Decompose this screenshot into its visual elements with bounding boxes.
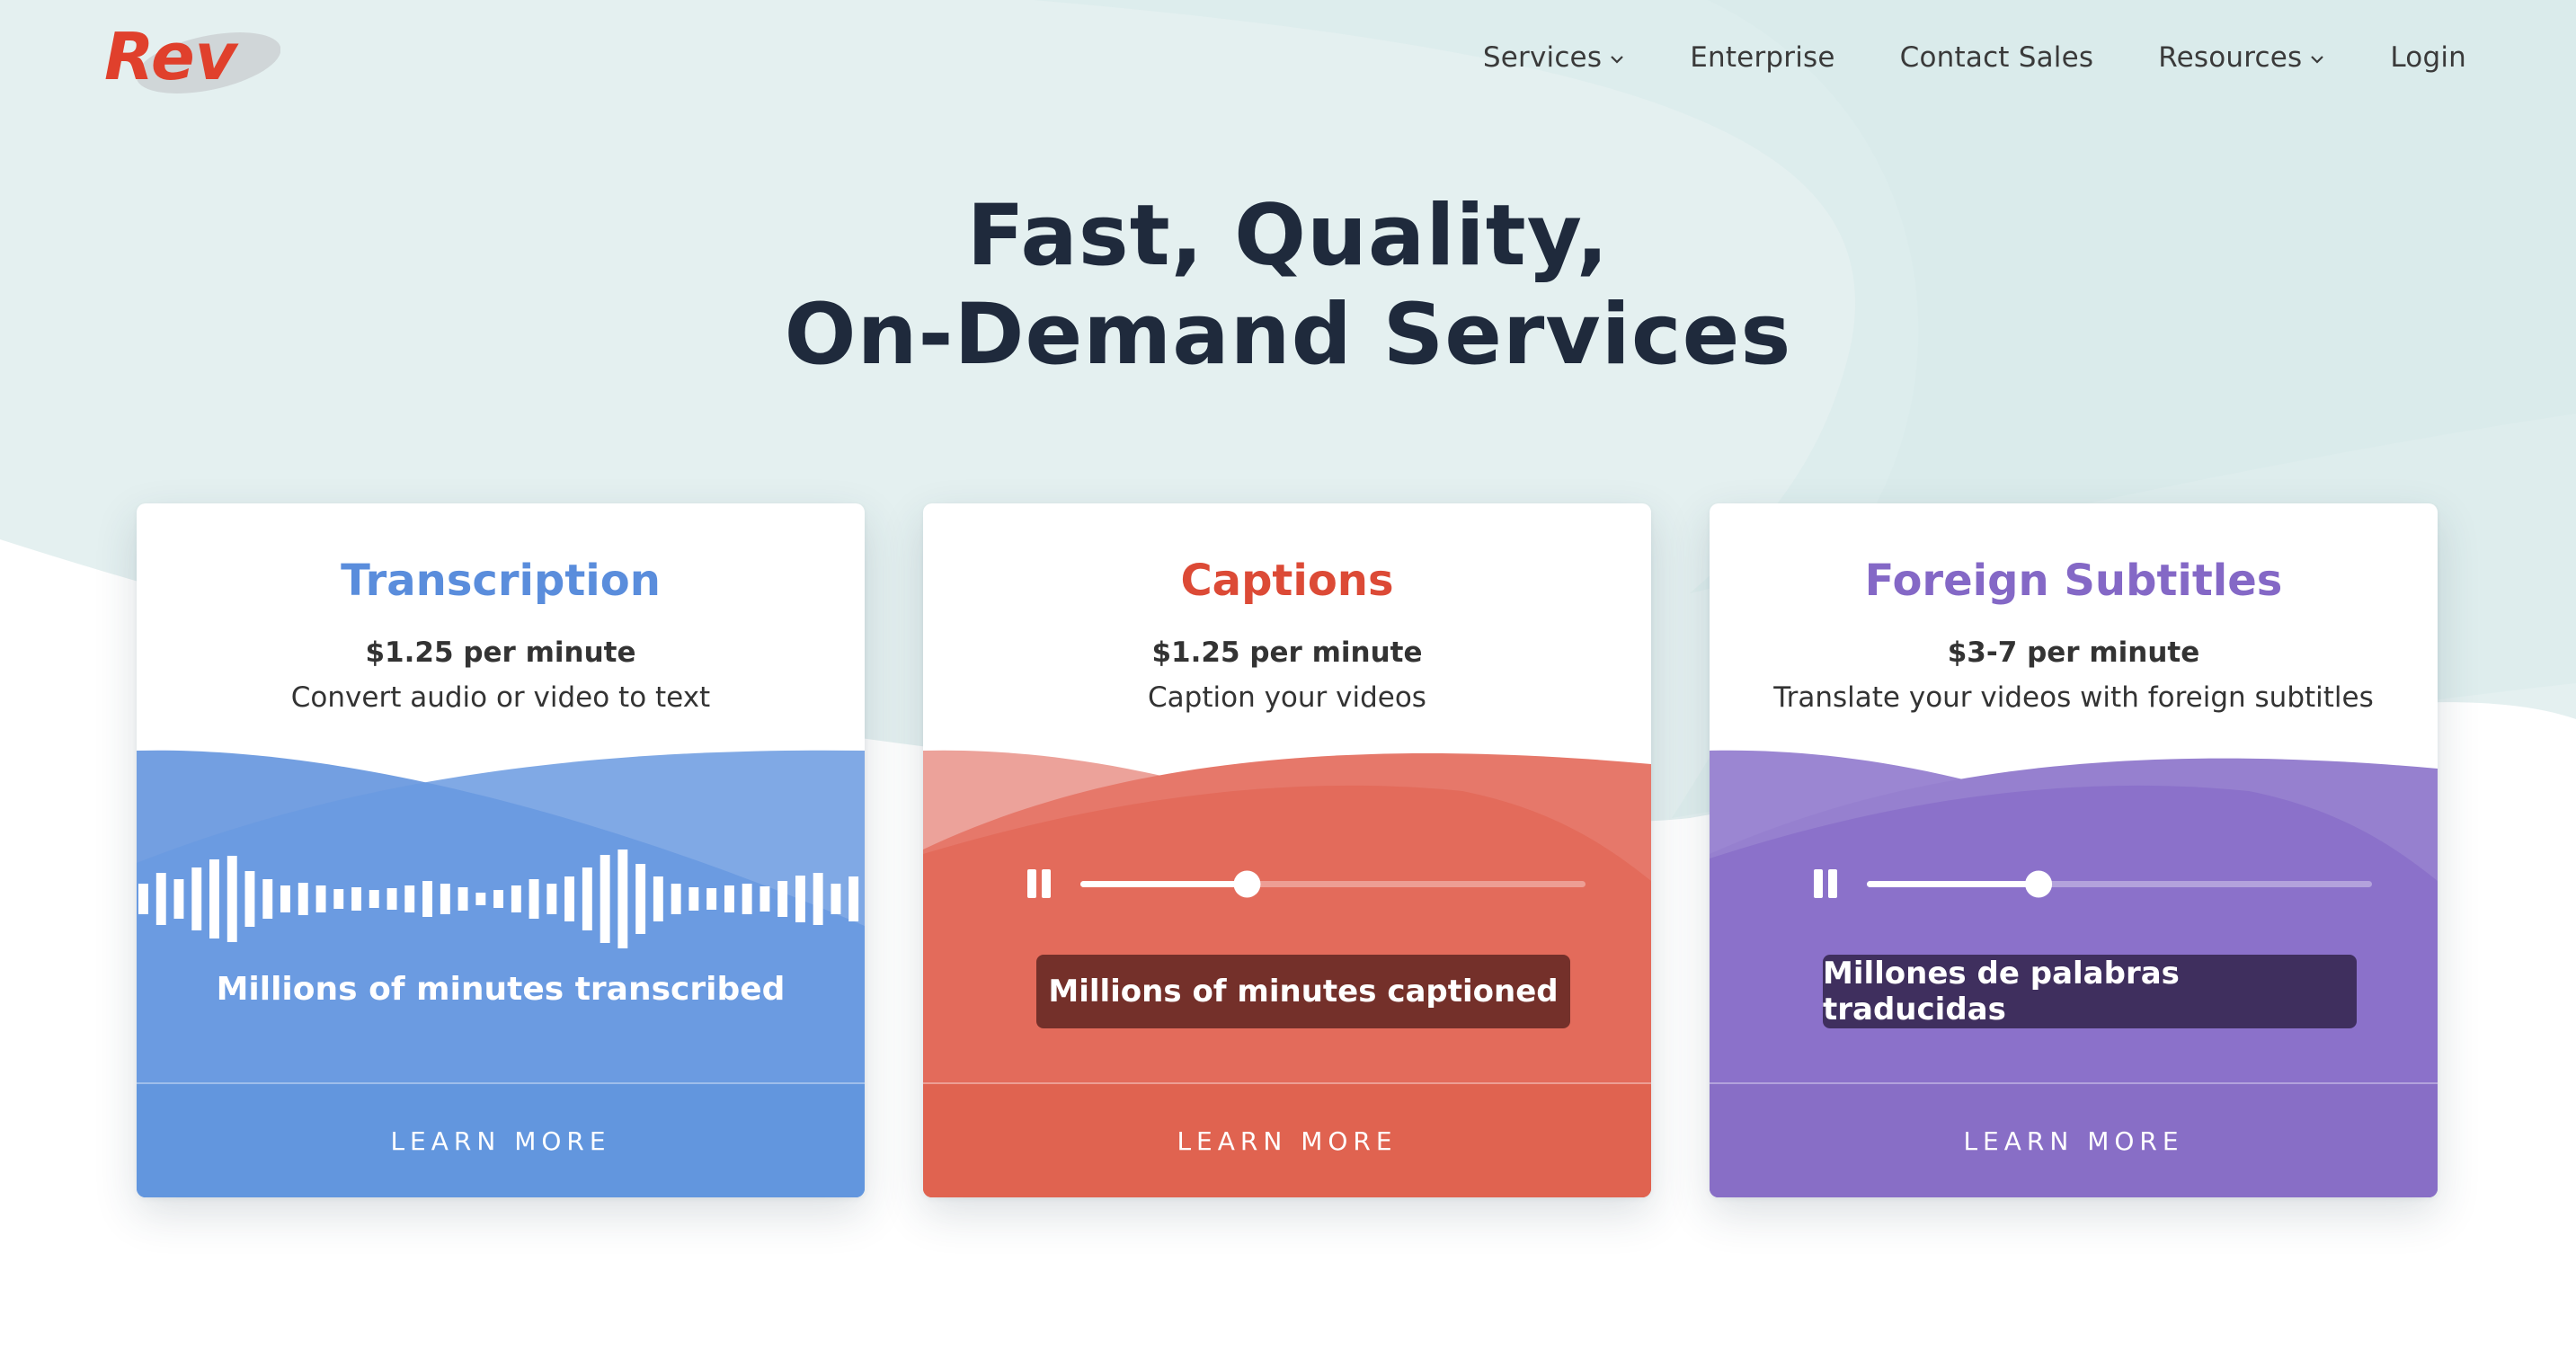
waveform-bar bbox=[298, 883, 308, 915]
video-player-controls bbox=[1027, 869, 1586, 898]
main-nav: Services Enterprise Contact Sales Resour… bbox=[1418, 41, 2466, 74]
pause-icon[interactable] bbox=[1814, 869, 1837, 898]
waveform-bar bbox=[209, 859, 219, 938]
waveform-bar bbox=[155, 873, 166, 925]
chevron-down-icon bbox=[2311, 56, 2324, 64]
learn-more-button[interactable]: LEARN MORE bbox=[137, 1084, 865, 1197]
learn-more-button[interactable]: LEARN MORE bbox=[1710, 1084, 2438, 1197]
waveform-bar bbox=[511, 885, 521, 912]
pause-icon[interactable] bbox=[1027, 869, 1051, 898]
waveform-bar bbox=[564, 876, 574, 921]
waveform-bar bbox=[333, 889, 344, 909]
waveform-bar bbox=[173, 879, 184, 919]
waveform-bar bbox=[742, 884, 752, 914]
waveform-bar bbox=[671, 884, 681, 914]
nav-login[interactable]: Login bbox=[2390, 41, 2466, 74]
nav-services[interactable]: Services bbox=[1483, 41, 1625, 74]
card-transcription[interactable]: Transcription $1.25 per minute Convert a… bbox=[137, 503, 865, 1197]
waveform-bar bbox=[404, 885, 415, 912]
progress-handle[interactable] bbox=[2025, 870, 2053, 898]
progress-fill bbox=[1867, 881, 2039, 887]
waveform-bar bbox=[262, 879, 273, 919]
waveform-bar bbox=[529, 879, 539, 919]
nav-enterprise-label: Enterprise bbox=[1690, 41, 1835, 74]
waveform-bar bbox=[386, 888, 397, 910]
learn-more-button[interactable]: LEARN MORE bbox=[923, 1084, 1651, 1197]
card-description: Caption your videos bbox=[1148, 681, 1426, 714]
waveform-bar bbox=[369, 890, 379, 908]
nav-resources-label: Resources bbox=[2158, 41, 2303, 74]
waveform-bar bbox=[138, 884, 148, 914]
waveform-bar bbox=[280, 885, 290, 912]
card-description: Convert audio or video to text bbox=[290, 681, 711, 714]
waveform-bar bbox=[777, 881, 788, 917]
waveform-bar bbox=[653, 876, 663, 921]
card-stat: Millions of minutes transcribed bbox=[216, 971, 786, 1008]
chevron-down-icon bbox=[1611, 56, 1623, 64]
waveform-bar bbox=[422, 881, 432, 917]
rev-logo[interactable]: Rev bbox=[101, 20, 280, 101]
waveform-bar bbox=[813, 873, 823, 925]
logo-wordmark: Rev bbox=[104, 20, 239, 94]
nav-enterprise[interactable]: Enterprise bbox=[1690, 41, 1834, 74]
nav-resources[interactable]: Resources bbox=[2158, 41, 2325, 74]
waveform-bar bbox=[759, 886, 770, 912]
card-price: $3-7 per minute bbox=[1947, 636, 2200, 669]
video-player-controls bbox=[1814, 869, 2372, 898]
waveform-bar bbox=[706, 888, 717, 910]
card-foreign-subtitles[interactable]: Foreign Subtitles $3-7 per minute Transl… bbox=[1710, 503, 2438, 1197]
waveform-bar bbox=[635, 864, 646, 934]
waveform-bar bbox=[600, 855, 610, 943]
waveform-bar bbox=[457, 887, 468, 911]
nav-services-label: Services bbox=[1482, 41, 1603, 74]
card-stat: Millones de palabras traducidas bbox=[1823, 955, 2357, 1028]
audio-waveform bbox=[138, 850, 859, 948]
waveform-bar bbox=[848, 876, 859, 921]
waveform-bar bbox=[244, 871, 255, 927]
card-title: Foreign Subtitles bbox=[1864, 556, 2283, 606]
nav-contact-sales-label: Contact Sales bbox=[1899, 41, 2094, 74]
card-title: Captions bbox=[1180, 556, 1394, 606]
waveform-bar bbox=[475, 893, 486, 905]
card-captions[interactable]: Captions $1.25 per minute Caption your v… bbox=[923, 503, 1651, 1197]
waveform-bar bbox=[724, 885, 734, 912]
nav-contact-sales[interactable]: Contact Sales bbox=[1900, 41, 2094, 74]
nav-login-label: Login bbox=[2390, 41, 2466, 74]
waveform-bar bbox=[493, 890, 503, 908]
waveform-bar bbox=[546, 884, 557, 914]
card-price: $1.25 per minute bbox=[1151, 636, 1423, 669]
card-title: Transcription bbox=[341, 556, 661, 606]
card-price: $1.25 per minute bbox=[365, 636, 636, 669]
waveform-bar bbox=[440, 884, 450, 914]
waveform-bar bbox=[688, 887, 699, 911]
hero-title: Fast, Quality, On-Demand Services bbox=[0, 187, 2576, 385]
waveform-bar bbox=[191, 867, 202, 930]
waveform-bar bbox=[315, 885, 326, 912]
waveform-bar bbox=[795, 876, 805, 922]
card-stat: Millions of minutes captioned bbox=[1036, 955, 1570, 1028]
card-description: Translate your videos with foreign subti… bbox=[1773, 681, 2374, 714]
waveform-bar bbox=[351, 887, 361, 911]
progress-handle[interactable] bbox=[1233, 870, 1261, 898]
waveform-bar bbox=[831, 884, 841, 914]
waveform-bar bbox=[582, 867, 592, 930]
progress-fill bbox=[1080, 881, 1248, 887]
waveform-bar bbox=[617, 850, 628, 948]
hero-title-line1: Fast, Quality, bbox=[966, 187, 1610, 285]
hero-title-line2: On-Demand Services bbox=[784, 286, 1792, 384]
waveform-bar bbox=[227, 856, 237, 942]
